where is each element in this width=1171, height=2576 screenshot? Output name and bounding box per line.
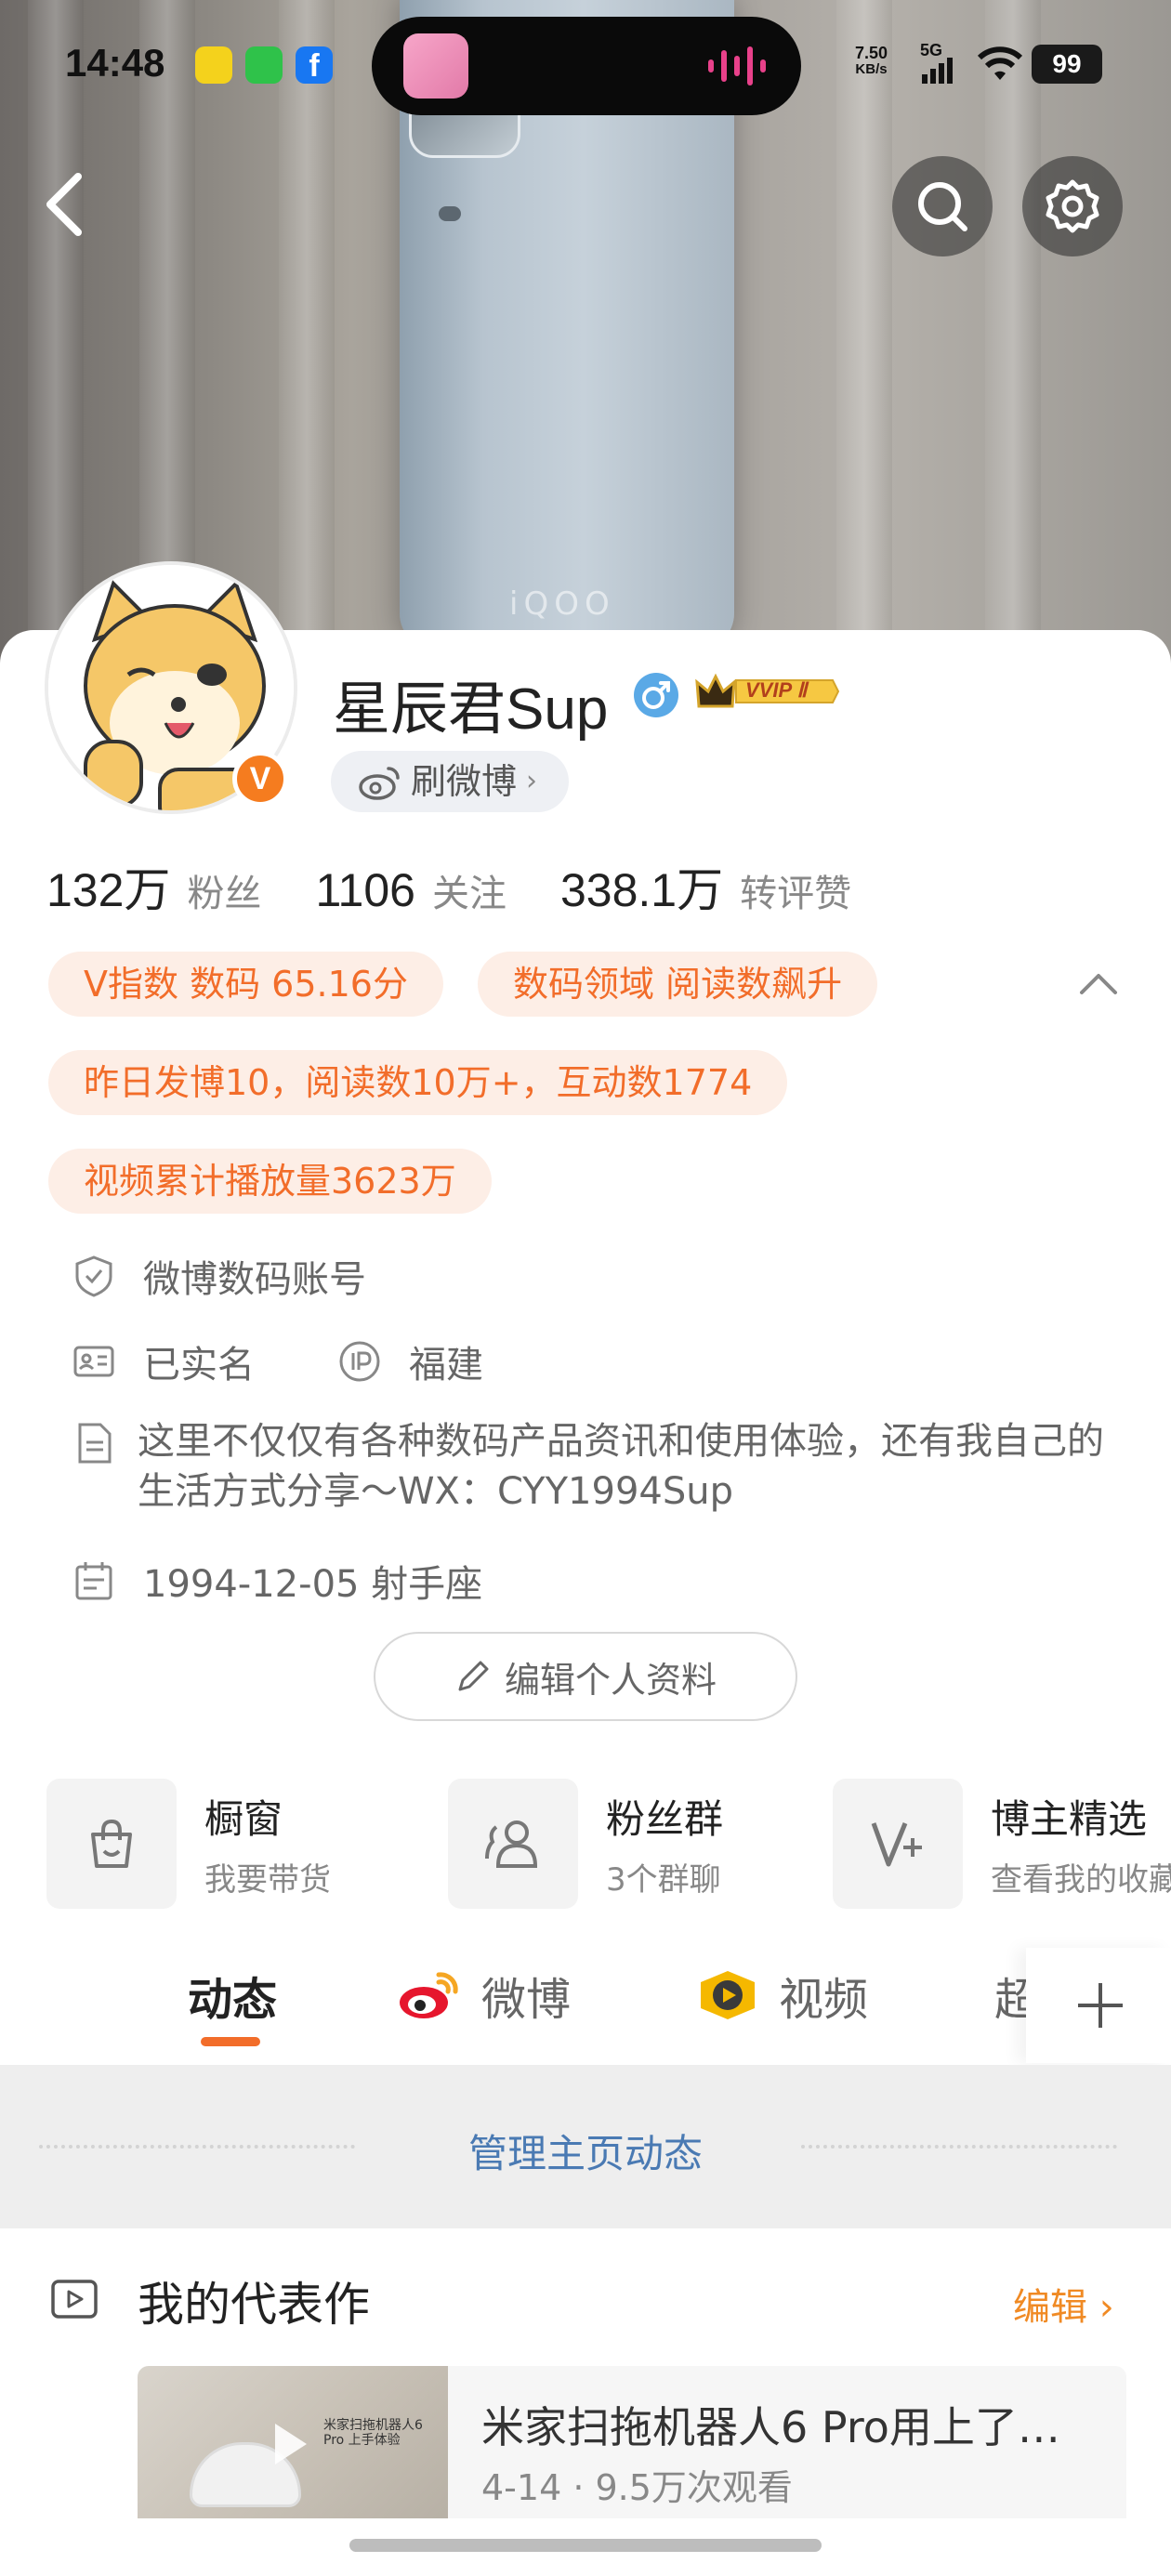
video-plays-tag[interactable]: 视频累计播放量3623万 <box>48 1149 492 1214</box>
net-speed-unit: KB/s <box>855 61 888 77</box>
battery-level: 99 <box>1032 45 1102 84</box>
weibo-logo-icon <box>400 1972 458 2018</box>
brush-weibo-label: 刷微博 <box>411 761 518 802</box>
representative-edit-label: 编辑 <box>1013 2286 1087 2329</box>
ip-location-text: 福建 <box>409 1344 483 1387</box>
birthday-row: 1994-12-05 射手座 <box>72 1554 482 1608</box>
document-icon <box>78 1423 112 1464</box>
status-bar: 14:48 f 7.50 KB/s 5G 99 <box>0 0 1171 130</box>
wechat-icon <box>245 46 283 84</box>
chevron-right-icon: › <box>1099 2286 1114 2329</box>
net-speed-value: 7.50 <box>855 44 888 62</box>
fan-group-entry[interactable]: 粉丝群 3个群聊 <box>448 1779 723 1909</box>
home-indicator[interactable] <box>349 2539 822 2552</box>
reposts-likes-label[interactable]: 转评赞 <box>740 863 851 917</box>
profile-tabs: 动态 微博 视频 超 <box>0 1948 1171 2063</box>
chevron-right-icon: › <box>526 765 538 797</box>
id-card-icon <box>73 1346 114 1377</box>
bio-text: 这里不仅仅有各种数码产品资讯和使用体验，还有我自己的生活方式分享～WX：CYY1… <box>138 1420 1104 1513</box>
domain-tag[interactable]: 数码领域 阅读数飙升 <box>478 952 878 1017</box>
tab-feed[interactable]: 动态 <box>188 1963 277 2028</box>
reposts-likes-count[interactable]: 338.1万 <box>560 853 723 920</box>
verified-badge: V <box>232 751 288 807</box>
video-title: 米家扫拖机器人6 Pro用上了… <box>481 2402 1060 2452</box>
v-plus-icon <box>833 1779 963 1909</box>
brush-weibo-button[interactable]: 刷微博 › <box>331 751 570 812</box>
add-tab-button[interactable] <box>1026 1948 1171 2063</box>
vvip-badge[interactable]: VVIP Ⅱ <box>693 669 842 714</box>
representative-video-card[interactable]: 米家扫拖机器人6 Pro 上手体验 米家扫拖机器人6 Pro用上了… 4-14 … <box>138 2366 1126 2524</box>
showcase-title: 橱窗 <box>204 1796 283 1842</box>
v-index-tag[interactable]: V指数 数码 65.16分 <box>48 952 443 1017</box>
representative-edit-link[interactable]: 编辑 › <box>1013 2277 1114 2331</box>
settings-button[interactable] <box>1022 156 1123 256</box>
notification-app-icon <box>195 46 232 84</box>
male-gender-icon <box>634 673 678 717</box>
dynamic-island[interactable] <box>372 17 801 115</box>
chevron-up-icon[interactable] <box>1076 966 1121 1000</box>
edit-profile-button[interactable]: 编辑个人资料 <box>374 1632 797 1721</box>
followers-count[interactable]: 132万 <box>46 853 170 920</box>
vvip-label: VVIP Ⅱ <box>745 678 808 702</box>
edit-profile-label: 编辑个人资料 <box>504 1659 717 1701</box>
following-label[interactable]: 关注 <box>432 863 507 917</box>
blogger-picks-entry[interactable]: 博主精选 查看我的收藏 <box>833 1779 1171 1909</box>
search-button[interactable] <box>892 156 993 256</box>
play-icon <box>275 2424 307 2464</box>
cover-phone-flash <box>439 206 461 221</box>
net-speed: 7.50 KB/s <box>855 45 888 78</box>
search-icon <box>918 182 967 231</box>
cover-brand-text: iQOO <box>509 585 615 623</box>
tab-video[interactable]: 视频 <box>695 1963 868 2028</box>
blogger-picks-title: 博主精选 <box>991 1796 1148 1842</box>
shopping-bag-icon <box>46 1779 177 1909</box>
calendar-icon <box>75 1562 112 1600</box>
group-users-icon <box>448 1779 578 1909</box>
tab-video-label: 视频 <box>779 1974 869 2026</box>
pencil-icon <box>458 1661 489 1691</box>
tab-weibo-label: 微博 <box>481 1974 572 2026</box>
ip-location-row: 福建 <box>338 1334 483 1388</box>
weibo-icon <box>359 767 400 800</box>
video-meta: 4-14 · 9.5万次观看 <box>481 2467 793 2508</box>
audio-wave-icon <box>708 46 766 85</box>
media-thumbnail <box>403 33 468 99</box>
cellular-signal-icon <box>922 58 953 84</box>
showcase-entry[interactable]: 橱窗 我要带货 <box>46 1779 331 1909</box>
blogger-picks-subtitle: 查看我的收藏 <box>991 1861 1171 1899</box>
status-time: 14:48 <box>65 41 165 85</box>
manage-feed-banner[interactable]: 管理主页动态 <box>0 2065 1171 2228</box>
ip-icon <box>339 1341 380 1382</box>
followers-label[interactable]: 粉丝 <box>187 863 261 917</box>
representative-works-title: 我的代表作 <box>138 2278 370 2332</box>
video-play-icon <box>701 1971 755 2019</box>
video-frame-icon <box>51 2280 98 2319</box>
yesterday-stats-tag[interactable]: 昨日发博10，阅读数10万+，互动数1774 <box>48 1050 788 1115</box>
fan-group-title: 粉丝群 <box>606 1796 724 1842</box>
active-tab-indicator <box>201 2037 260 2046</box>
tab-feed-label: 动态 <box>188 1974 278 2026</box>
real-name-row: 已实名 <box>72 1334 255 1388</box>
fan-group-subtitle: 3个群聊 <box>606 1861 721 1899</box>
profile-name: 星辰君Sup <box>333 677 609 742</box>
showcase-subtitle: 我要带货 <box>204 1861 331 1899</box>
back-arrow-icon[interactable] <box>37 167 93 242</box>
real-name-text: 已实名 <box>143 1344 255 1387</box>
gear-icon <box>1046 179 1099 233</box>
profile-stats: 132万 粉丝 1106 关注 338.1万 转评赞 <box>46 853 905 920</box>
facebook-icon: f <box>296 46 333 84</box>
account-type-row: 微博数码账号 <box>72 1249 366 1303</box>
shield-check-icon <box>75 1255 112 1297</box>
following-count[interactable]: 1106 <box>315 863 415 917</box>
birthday-text: 1994-12-05 射手座 <box>143 1563 483 1606</box>
manage-feed-link[interactable]: 管理主页动态 <box>0 2123 1171 2179</box>
video-thumbnail: 米家扫拖机器人6 Pro 上手体验 <box>138 2366 448 2524</box>
thumbnail-caption: 米家扫拖机器人6 Pro 上手体验 <box>323 2418 423 2448</box>
wifi-icon <box>977 46 1023 80</box>
plus-icon <box>1078 1983 1123 2028</box>
account-type-text: 微博数码账号 <box>143 1258 366 1301</box>
tab-weibo[interactable]: 微博 <box>398 1963 571 2028</box>
